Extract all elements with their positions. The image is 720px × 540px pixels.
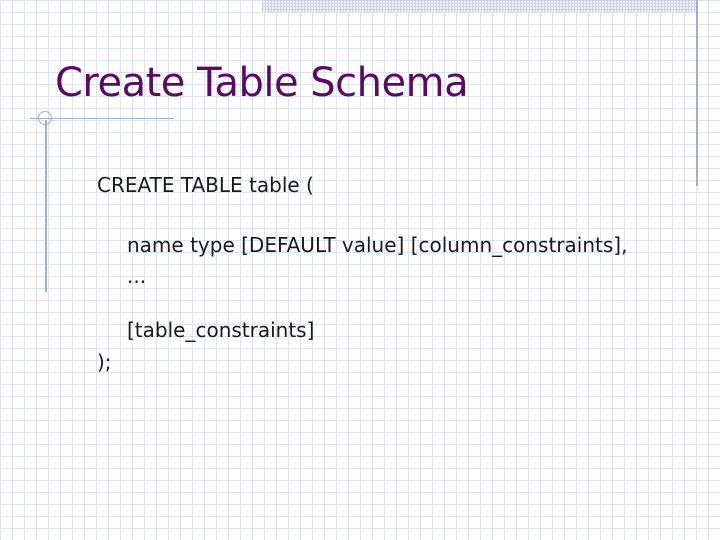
closing-paren-line: ); [97,350,112,374]
table-constraints-line: [table_constraints] [127,318,315,342]
column-definition-line: name type [DEFAULT value] [column_constr… [127,233,628,257]
right-vertical-rule [696,0,698,186]
left-vertical-rule [45,120,47,292]
top-decorative-band [262,0,698,12]
create-statement-line: CREATE TABLE table ( [97,173,314,197]
ellipsis-line: ... [127,264,147,288]
slide-title: Create Table Schema [55,60,469,106]
circle-ornament-icon [38,111,52,125]
